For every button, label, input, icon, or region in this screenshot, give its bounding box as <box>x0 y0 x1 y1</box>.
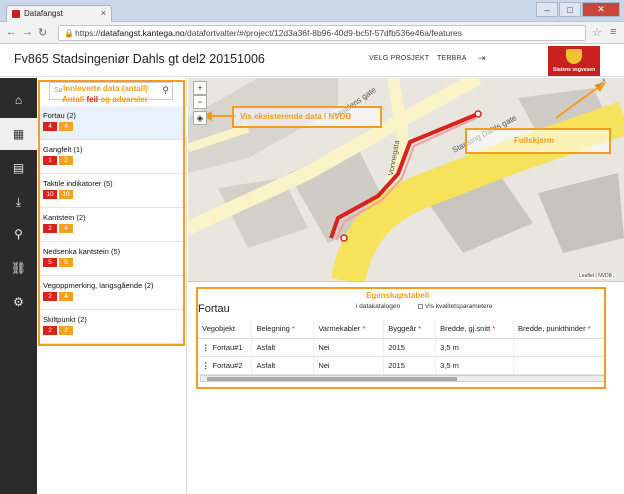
annotation-text: og advarsler <box>100 95 148 104</box>
gear-icon[interactable]: ⚙ <box>0 286 37 318</box>
maximize-button[interactable]: □ <box>559 2 581 17</box>
page-title: Fv865 Stadsingeniør Dahls gt del2 201510… <box>14 52 265 66</box>
fullscreen-icon[interactable]: ⤢ <box>597 78 605 89</box>
browser-menu-icon[interactable]: ≡ <box>610 26 616 38</box>
tab-title: Datafangst <box>24 9 63 18</box>
minimize-button[interactable]: – <box>536 2 558 17</box>
tab-close-icon[interactable]: × <box>101 8 106 18</box>
annotation-properties: Egenskapstabell <box>366 291 430 300</box>
layers-icon[interactable]: ◈ <box>193 111 207 125</box>
url-path: /datafortvalter/#/project/12d3a36f-8b96-… <box>184 28 463 38</box>
browser-tab[interactable]: Datafangst × <box>6 5 112 22</box>
browser-titlebar: Datafangst × – □ ✕ <box>0 0 624 22</box>
select-project-link[interactable]: VELG PROSJEKT <box>369 55 429 62</box>
address-bar: ← → ↻ 🔒 https://datafangst.kantega.no/dat… <box>0 22 624 44</box>
url-host: datafangst.kantega.no <box>100 28 185 38</box>
sidebar: ⌂ ▦ ▤ ⤓ ⚲ ⛓ ⚙ <box>0 78 37 494</box>
zoom-out-button[interactable]: − <box>193 95 207 109</box>
link-icon[interactable]: ⛓ <box>0 252 37 284</box>
annotation-errors-warnings: Antall feil og advarsler <box>62 95 148 104</box>
url-scheme: https:// <box>75 28 101 38</box>
document-icon[interactable]: ▤ <box>0 152 37 184</box>
annotation-text-error: feil <box>86 95 99 104</box>
feature-list-annotation-box <box>38 80 185 346</box>
statens-vegvesen-logo: Statens vegvesen <box>548 46 600 76</box>
forward-icon[interactable]: → <box>22 26 33 38</box>
grid-icon[interactable]: ▦ <box>0 118 37 150</box>
map-credit: Leaflet | NVDB <box>578 273 613 279</box>
reload-icon[interactable]: ↻ <box>38 26 47 39</box>
fortau-node[interactable] <box>340 234 348 242</box>
bookmark-star-icon[interactable]: ☆ <box>592 26 602 39</box>
close-window-button[interactable]: ✕ <box>582 2 620 17</box>
download-icon[interactable]: ⤓ <box>0 186 37 218</box>
back-icon[interactable]: ← <box>6 26 17 38</box>
properties-annotation-box <box>196 287 606 389</box>
home-icon[interactable]: ⌂ <box>0 84 37 116</box>
user-link[interactable]: TERBRA <box>437 55 467 62</box>
url-input[interactable]: 🔒 https://datafangst.kantega.no/datafortv… <box>58 25 586 41</box>
favicon-icon <box>12 10 20 18</box>
crest-icon <box>566 49 582 64</box>
logout-icon[interactable]: ⇥ <box>478 53 486 64</box>
map-pin-icon[interactable]: ⚲ <box>0 218 37 250</box>
window-controls: – □ ✕ <box>535 2 620 18</box>
fortau-node[interactable] <box>474 110 482 118</box>
logo-text: Statens vegvesen <box>552 67 596 73</box>
annotation-fullscreen: Fullskjerm <box>514 136 555 145</box>
lock-icon: 🔒 <box>64 29 74 38</box>
app-header: Fv865 Stadsingeniør Dahls gt del2 201510… <box>0 44 624 77</box>
annotation-nvdb: Vis eksisterende data i NVDB <box>240 112 352 121</box>
annotation-feature-count: Innleverte data (antall) <box>62 84 149 93</box>
zoom-in-button[interactable]: + <box>193 81 207 95</box>
annotation-text: Antall <box>62 95 85 104</box>
